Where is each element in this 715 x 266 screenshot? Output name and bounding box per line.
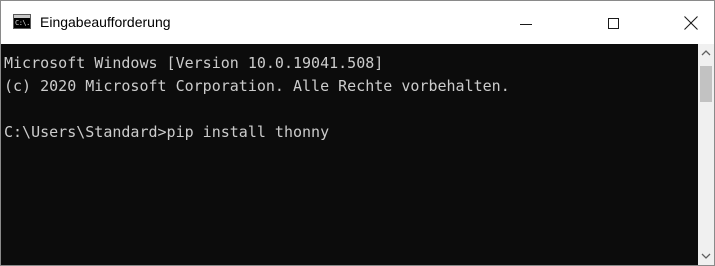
title-bar[interactable]: C:\. Eingabeaufforderung	[1, 1, 714, 44]
vertical-scrollbar[interactable]	[698, 44, 714, 265]
console-line: Microsoft Windows [Version 10.0.19041.50…	[4, 54, 384, 72]
window-title: Eingabeaufforderung	[40, 14, 171, 30]
chevron-up-icon[interactable]	[698, 44, 714, 61]
chevron-down-icon[interactable]	[698, 248, 714, 265]
console-command-line[interactable]: C:\Users\Standard>pip install thonny	[4, 122, 329, 142]
command-prompt-window: C:\. Eingabeaufforderung Microsoft Windo…	[0, 0, 715, 266]
minimize-button[interactable]	[503, 1, 549, 44]
close-icon	[684, 16, 698, 30]
maximize-button[interactable]	[590, 1, 636, 44]
cmd-icon-label: C:\.	[15, 19, 30, 27]
maximize-icon	[608, 18, 619, 29]
close-button[interactable]	[668, 1, 714, 44]
console-line: (c) 2020 Microsoft Corporation. Alle Rec…	[4, 77, 510, 95]
console-output[interactable]: Microsoft Windows [Version 10.0.19041.50…	[1, 44, 698, 265]
minimize-icon	[520, 24, 532, 25]
cmd-icon[interactable]: C:\.	[13, 14, 31, 29]
scroll-thumb[interactable]	[700, 66, 712, 102]
